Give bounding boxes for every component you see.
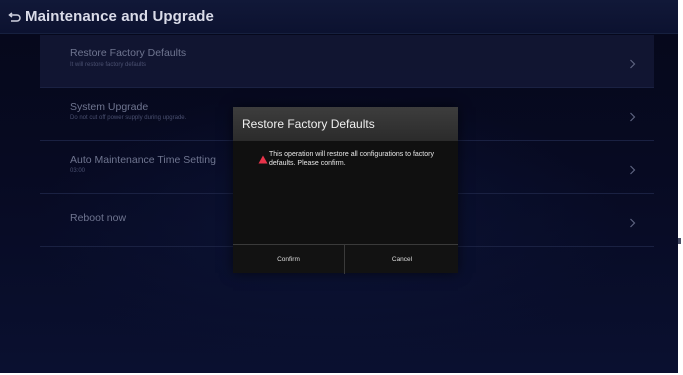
list-item-restore-factory-defaults[interactable]: Restore Factory Defaults It will restore…	[40, 35, 654, 88]
back-return-icon[interactable]	[7, 11, 21, 23]
restore-confirm-dialog: Restore Factory Defaults This operation …	[233, 107, 458, 274]
list-item-subtitle: It will restore factory defaults	[70, 62, 147, 68]
dialog-footer: Confirm Cancel	[233, 244, 458, 274]
tv-screen: Maintenance and Upgrade Restore Factory …	[0, 0, 678, 373]
confirm-button[interactable]: Confirm	[233, 245, 345, 274]
cancel-button[interactable]: Cancel	[346, 245, 458, 274]
page-header: Maintenance and Upgrade	[0, 0, 678, 34]
list-item-title: System Upgrade	[70, 101, 149, 113]
list-item-title: Reboot now	[70, 212, 127, 224]
dialog-title: Restore Factory Defaults	[242, 117, 375, 131]
chevron-right-icon	[629, 215, 636, 228]
list-item-subtitle: Do not cut off power supply during upgra…	[70, 115, 187, 121]
list-item-title: Auto Maintenance Time Setting	[70, 154, 216, 166]
chevron-right-icon	[629, 162, 636, 175]
chevron-right-icon	[629, 56, 636, 69]
chevron-right-icon	[629, 109, 636, 122]
screen-border	[678, 0, 683, 375]
page-title: Maintenance and Upgrade	[25, 8, 215, 25]
dialog-header: Restore Factory Defaults	[233, 107, 458, 141]
scroll-indicator	[678, 238, 681, 244]
list-item-subtitle: 03:00	[70, 168, 86, 174]
list-item-title: Restore Factory Defaults	[70, 47, 187, 59]
warning-triangle-icon	[258, 151, 268, 164]
dialog-message: This operation will restore all configur…	[269, 151, 434, 167]
